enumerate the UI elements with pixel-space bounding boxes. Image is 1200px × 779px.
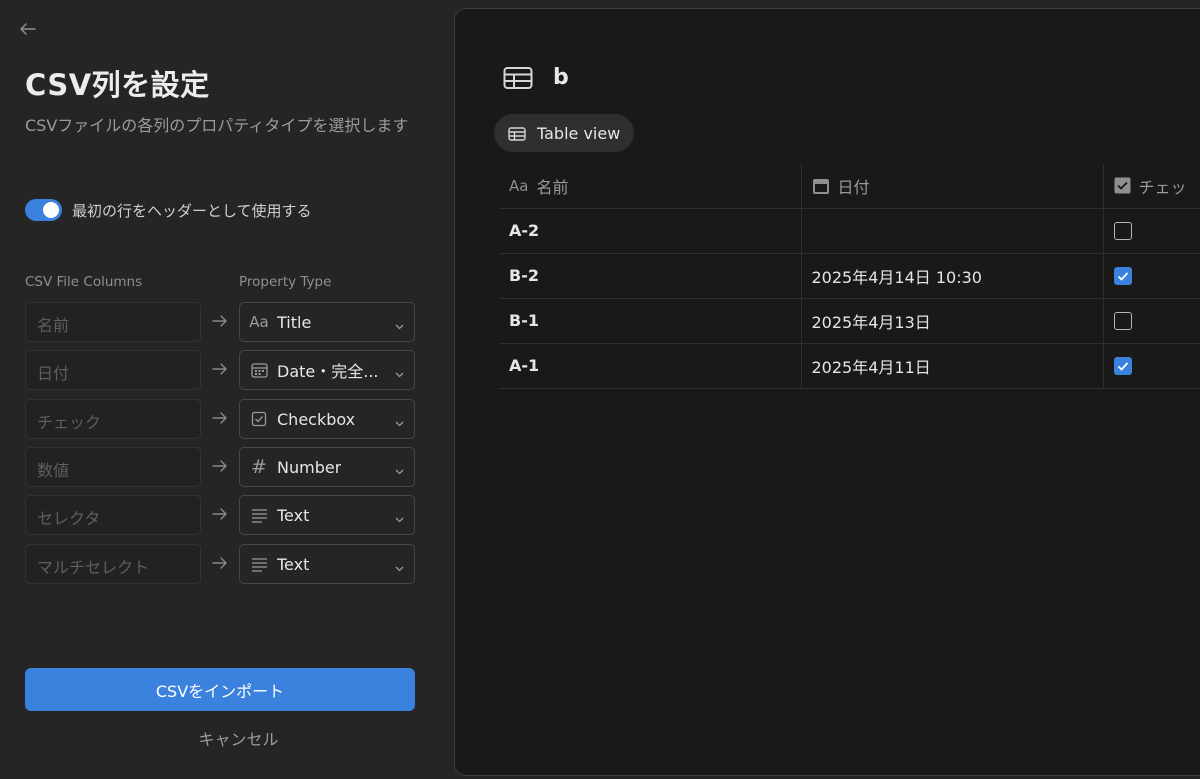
property-type-select[interactable]: # Number	[239, 447, 415, 487]
csv-column-field: チェック	[25, 399, 201, 439]
mapping-row: 数値 # Number	[25, 447, 415, 487]
arrow-right-icon	[211, 457, 229, 475]
column-header-name[interactable]: Aa 名前	[499, 164, 801, 209]
table-row: B-1 2025年4月13日	[499, 298, 1200, 344]
calendar-icon	[248, 360, 270, 380]
chevron-down-icon	[394, 462, 405, 475]
arrow-right-icon	[211, 360, 229, 378]
property-type-select[interactable]: Text	[239, 544, 415, 584]
column-header-date[interactable]: 日付	[800, 164, 1103, 209]
lines-icon	[248, 505, 270, 525]
table-row: A-1 2025年4月11日	[499, 343, 1200, 389]
table-preview-panel: b Table view Aa 名前 日付 チェッ A-2 B-2 2025年4月…	[454, 8, 1200, 776]
tab-table-view[interactable]: Table view	[494, 114, 635, 152]
database-title: b	[503, 65, 569, 90]
csv-column-field: マルチセレクト	[25, 544, 201, 584]
tab-label: Table view	[537, 123, 621, 143]
checkbox-icon	[1114, 177, 1131, 194]
property-type-heading: Property Type	[239, 274, 332, 290]
page-subtitle: CSVファイルの各列のプロパティタイプを選択します	[25, 116, 409, 135]
cell-check	[1102, 208, 1200, 254]
cell-date[interactable]: 2025年4月13日	[800, 298, 1103, 344]
csv-column-field: 日付	[25, 350, 201, 390]
mapping-row: セレクタ Text	[25, 495, 415, 535]
page-title: CSV列を設定	[25, 68, 210, 102]
back-arrow-icon[interactable]	[18, 19, 38, 39]
column-header-label: 名前	[536, 177, 569, 197]
cell-name[interactable]: B-2	[499, 253, 801, 299]
cell-name[interactable]: B-1	[499, 298, 801, 344]
chevron-down-icon	[394, 559, 405, 572]
import-csv-button[interactable]: CSVをインポート	[25, 668, 415, 711]
table-row: A-2	[499, 208, 1200, 254]
cell-check	[1102, 343, 1200, 389]
property-type-label: Checkbox	[277, 409, 356, 429]
mapping-row: マルチセレクト Text	[25, 544, 415, 584]
table-header-row: Aa 名前 日付 チェッ	[499, 164, 1200, 209]
property-type-select[interactable]: Aa Title	[239, 302, 415, 342]
csv-column-field: セレクタ	[25, 495, 201, 535]
property-type-select[interactable]: Text	[239, 495, 415, 535]
cell-date[interactable]	[800, 208, 1103, 254]
checkbox-unchecked[interactable]	[1113, 312, 1132, 331]
cell-date[interactable]: 2025年4月11日	[800, 343, 1103, 389]
property-type-label: Text	[277, 505, 310, 525]
csv-column-field: 数値	[25, 447, 201, 487]
chevron-down-icon	[394, 317, 405, 330]
column-header-label: 日付	[837, 177, 870, 197]
checkbox-checked[interactable]	[1113, 357, 1132, 376]
arrow-right-icon	[211, 409, 229, 427]
database-name: b	[553, 65, 569, 90]
cell-date[interactable]: 2025年4月14日 10:30	[800, 253, 1103, 299]
table-row: B-2 2025年4月14日 10:30	[499, 253, 1200, 299]
mapping-row: 日付 Date・完全...	[25, 350, 415, 390]
mapping-row: チェック Checkbox	[25, 399, 415, 439]
property-type-select[interactable]: Date・完全...	[239, 350, 415, 390]
property-type-select[interactable]: Checkbox	[239, 399, 415, 439]
property-type-label: Number	[277, 457, 342, 477]
csv-column-field: 名前	[25, 302, 201, 342]
text-aa-icon: Aa	[509, 176, 529, 195]
cell-check	[1102, 298, 1200, 344]
arrow-right-icon	[211, 554, 229, 572]
checkbox-checked[interactable]	[1113, 267, 1132, 286]
chevron-down-icon	[394, 414, 405, 427]
cell-name[interactable]: A-2	[499, 208, 801, 254]
property-type-label: Date・完全...	[277, 362, 379, 381]
use-header-label: 最初の行をヘッダーとして使用する	[72, 201, 312, 220]
chevron-down-icon	[394, 510, 405, 523]
column-header-check[interactable]: チェッ	[1102, 164, 1200, 209]
arrow-right-icon	[211, 312, 229, 330]
header-toggle-row: 最初の行をヘッダーとして使用する	[25, 199, 312, 221]
column-header-label: チェッ	[1138, 177, 1187, 197]
csv-columns-heading: CSV File Columns	[25, 274, 143, 290]
chevron-down-icon	[394, 365, 405, 378]
use-header-toggle[interactable]	[25, 199, 62, 221]
table-icon	[503, 66, 533, 90]
calendar-icon	[812, 177, 830, 195]
lines-icon	[248, 554, 270, 574]
cancel-button[interactable]: キャンセル	[25, 726, 452, 750]
table-icon	[508, 126, 526, 141]
cell-name[interactable]: A-1	[499, 343, 801, 389]
property-type-label: Title	[277, 312, 312, 332]
property-type-label: Text	[277, 554, 310, 574]
checkbox-unchecked[interactable]	[1113, 222, 1132, 241]
text-aa-icon: Aa	[249, 313, 269, 331]
preview-table: Aa 名前 日付 チェッ A-2 B-2 2025年4月14日 10:30 B-1…	[499, 164, 1200, 389]
checkbox-icon	[248, 409, 270, 429]
arrow-right-icon	[211, 505, 229, 523]
cell-check	[1102, 253, 1200, 299]
hash-icon: #	[251, 456, 267, 478]
mapping-row: 名前 Aa Title	[25, 302, 415, 342]
csv-config-panel: CSV列を設定 CSVファイルの各列のプロパティタイプを選択します 最初の行をヘ…	[0, 0, 440, 779]
